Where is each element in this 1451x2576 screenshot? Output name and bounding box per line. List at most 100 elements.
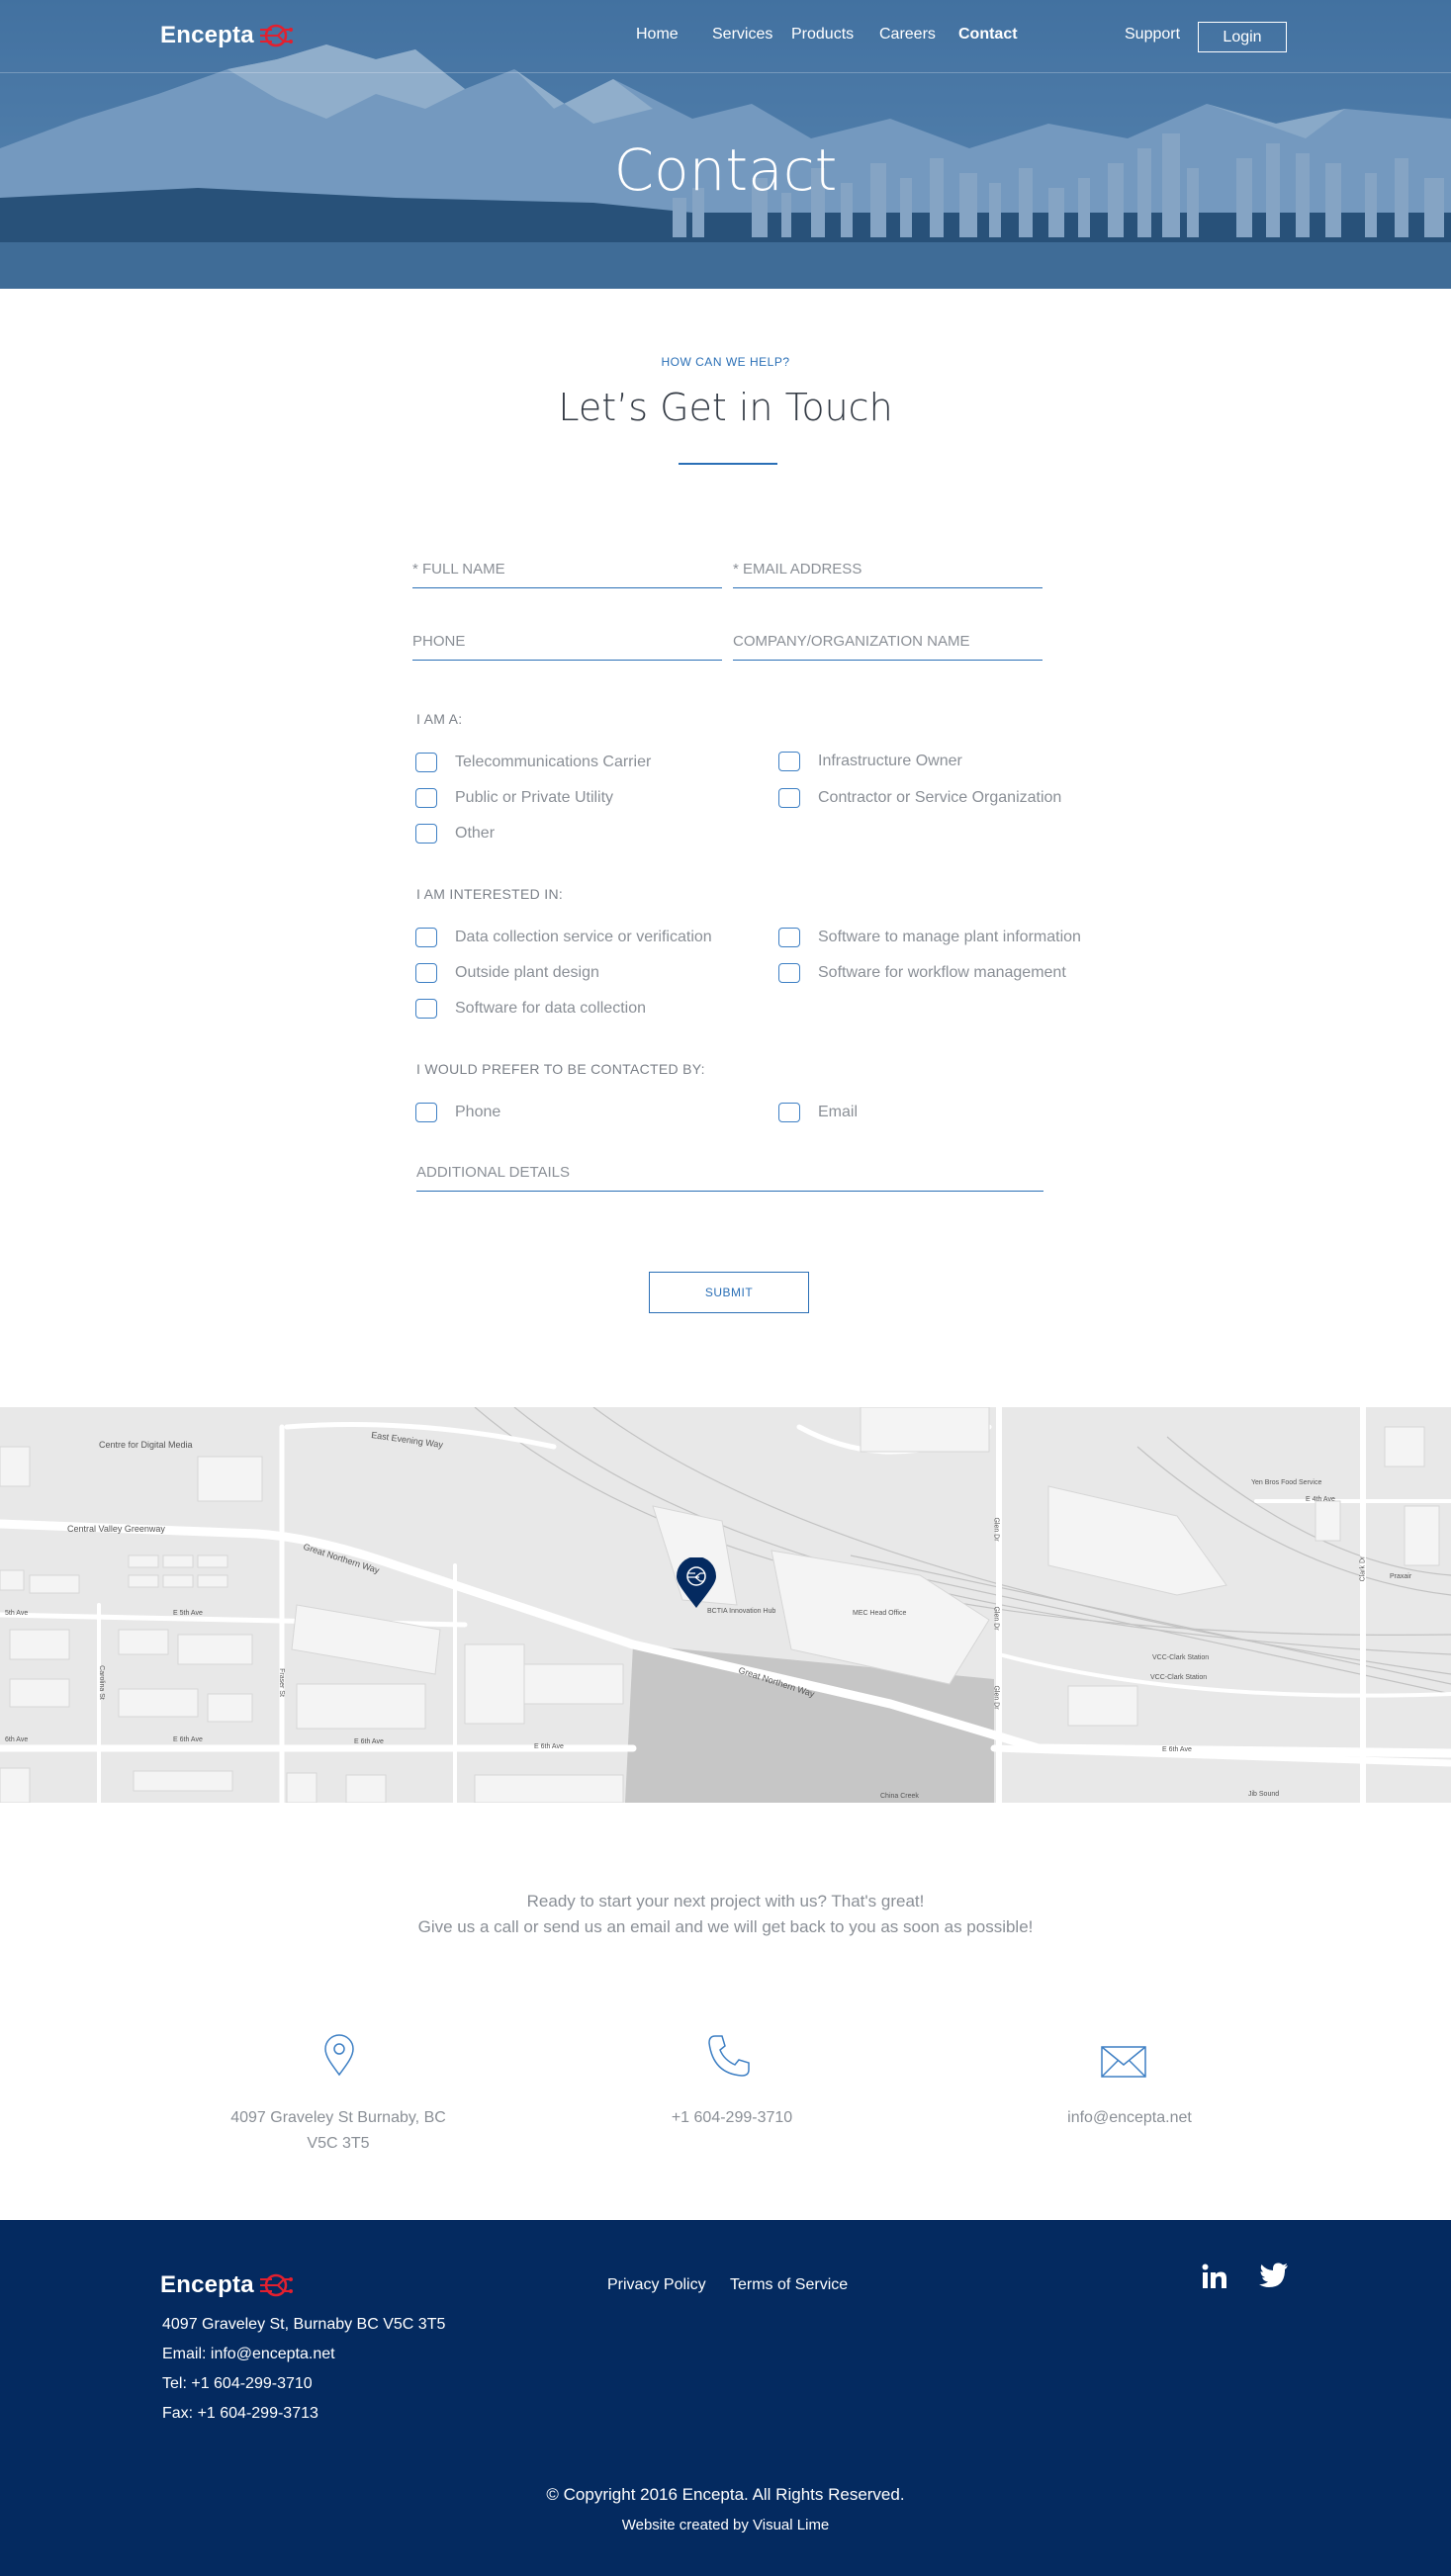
checkbox-box[interactable] — [415, 999, 437, 1019]
map-label-jib-sound: Jib Sound — [1248, 1791, 1280, 1798]
map-label-bctia: BCTIA Innovation Hub — [707, 1608, 776, 1615]
map-label-e-6th-e: E 6th Ave — [1162, 1746, 1192, 1753]
address-line-1: 4097 Graveley St Burnaby, BC — [230, 2109, 446, 2126]
footer-fax: Fax: +1 604-299-3713 — [162, 2405, 318, 2422]
nav-contact[interactable]: Contact — [958, 26, 1018, 44]
logo-circuit-icon — [259, 24, 293, 47]
checkbox-label: Infrastructure Owner — [818, 753, 962, 769]
footer-logo[interactable]: Encepta — [160, 2269, 294, 2301]
footer-email[interactable]: Email: info@encepta.net — [162, 2346, 335, 2363]
map-label-e-4th: E 4th Ave — [1306, 1496, 1335, 1503]
checkbox-box[interactable] — [415, 788, 437, 808]
address-line-2: V5C 3T5 — [307, 2135, 370, 2152]
address-info: 4097 Graveley St Burnaby, BC V5C 3T5 — [140, 2105, 536, 2157]
nav-careers[interactable]: Careers — [879, 26, 958, 44]
logo-text: Encepta — [160, 22, 254, 48]
cta-line-1: Ready to start your next project with us… — [526, 1892, 925, 1910]
checkbox-label: Phone — [455, 1104, 501, 1120]
checkbox-box[interactable] — [778, 752, 800, 771]
checkbox-label: Other — [455, 825, 496, 842]
checkbox-box[interactable] — [415, 753, 437, 772]
checkbox-box[interactable] — [778, 928, 800, 947]
map-label-6th: 6th Ave — [5, 1736, 29, 1743]
hero-title: Contact — [613, 136, 838, 204]
checkbox-label: Software for workflow management — [818, 964, 1066, 981]
checkbox-box[interactable] — [778, 788, 800, 808]
email-info[interactable]: info@encepta.net — [932, 2105, 1327, 2131]
twitter-icon[interactable] — [1259, 2263, 1289, 2288]
checkbox-label: Email — [818, 1104, 859, 1120]
logo-circuit-icon — [259, 2273, 293, 2297]
envelope-icon — [1101, 2046, 1146, 2078]
nav-services[interactable]: Services — [712, 26, 791, 44]
logo[interactable]: Encepta — [160, 20, 294, 51]
checkbox-utility[interactable]: Public or Private Utility — [415, 788, 613, 808]
map-label-clark-dr: Clark Dr — [1359, 1555, 1367, 1582]
map-label-fraser: Fraser St — [277, 1668, 285, 1697]
nav-home[interactable]: Home — [636, 26, 712, 44]
support-link[interactable]: Support — [1125, 26, 1180, 44]
credit-link[interactable]: Visual Lime — [753, 2517, 829, 2533]
nav-products[interactable]: Products — [791, 26, 879, 44]
cta-line-2: Give us a call or send us an email and w… — [417, 1917, 1034, 1936]
checkbox-box[interactable] — [415, 928, 437, 947]
interested-label: I AM INTERESTED IN: — [416, 886, 564, 902]
map-canvas — [0, 1407, 1451, 1803]
map-label-yen-bros: Yen Bros Food Service — [1251, 1479, 1322, 1486]
phone-info[interactable]: +1 604-299-3710 — [534, 2105, 930, 2131]
section-eyebrow: HOW CAN WE HELP? — [661, 355, 790, 369]
submit-button[interactable]: SUBMIT — [649, 1272, 809, 1313]
checkbox-label: Contractor or Service Organization — [818, 789, 1062, 806]
credit: Website created by Visual Lime — [0, 2517, 1451, 2533]
checkbox-box[interactable] — [415, 963, 437, 983]
checkbox-box[interactable] — [415, 824, 437, 844]
checkbox-plant-design[interactable]: Outside plant design — [415, 963, 599, 983]
checkbox-contact-email[interactable]: Email — [778, 1103, 858, 1122]
credit-prefix: Website created by — [621, 2517, 749, 2533]
email-field[interactable]: * EMAIL ADDRESS — [733, 559, 1043, 588]
login-button[interactable]: Login — [1198, 22, 1287, 52]
company-field[interactable]: COMPANY/ORGANIZATION NAME — [733, 631, 1043, 661]
top-navigation: Encepta Home Services Products Careers C… — [0, 0, 1451, 73]
location-pin-icon — [324, 2034, 354, 2077]
site-footer: Encepta 4097 Graveley St, Burnaby BC V5C… — [0, 2220, 1451, 2576]
checkbox-workflow-software[interactable]: Software for workflow management — [778, 963, 1066, 983]
checkbox-label: Public or Private Utility — [455, 789, 614, 806]
main-menu: Home Services Products Careers Contact — [636, 26, 1018, 44]
map-pin-icon[interactable] — [676, 1557, 717, 1609]
checkbox-box[interactable] — [415, 1103, 437, 1122]
map-label-central-valley: Central Valley Greenway — [67, 1524, 165, 1534]
checkbox-telecom[interactable]: Telecommunications Carrier — [415, 753, 651, 772]
map-label-e-5th: E 5th Ave — [173, 1610, 203, 1617]
checkbox-contact-phone[interactable]: Phone — [415, 1103, 500, 1122]
map-label-vcc-2: VCC-Clark Station — [1150, 1674, 1208, 1681]
checkbox-plant-software[interactable]: Software to manage plant information — [778, 928, 1081, 947]
map-label-glen-dr-3: Glen Dr — [992, 1685, 1000, 1710]
checkbox-box[interactable] — [778, 963, 800, 983]
privacy-policy-link[interactable]: Privacy Policy — [607, 2276, 706, 2294]
terms-of-service-link[interactable]: Terms of Service — [730, 2276, 848, 2294]
checkbox-box[interactable] — [778, 1103, 800, 1122]
map-label-praxair: Praxair — [1390, 1573, 1412, 1580]
map-label-china-creek: China Creek — [880, 1793, 919, 1800]
additional-details-field[interactable]: ADDITIONAL DETAILS — [416, 1162, 1043, 1192]
location-map[interactable]: Centre for Digital Media East Evening Wa… — [0, 1407, 1451, 1803]
checkbox-data-collection-service[interactable]: Data collection service or verification — [415, 928, 712, 947]
map-label-5th: 5th Ave — [5, 1610, 29, 1617]
map-label-glen-dr-2: Glen Dr — [992, 1606, 1000, 1631]
section-title: Let’s Get in Touch — [558, 386, 893, 429]
full-name-field[interactable]: * FULL NAME — [412, 559, 722, 588]
map-label-e-6th-b: E 6th Ave — [173, 1736, 203, 1743]
copyright: © Copyright 2016 Encepta. All Rights Res… — [546, 2485, 905, 2504]
checkbox-data-collection-software[interactable]: Software for data collection — [415, 999, 646, 1019]
map-label-glen-dr-1: Glen Dr — [992, 1517, 1000, 1542]
phone-icon — [708, 2035, 750, 2077]
phone-field[interactable]: PHONE — [412, 631, 722, 661]
linkedin-icon[interactable] — [1202, 2264, 1227, 2289]
checkbox-label: Outside plant design — [455, 964, 599, 981]
checkbox-label: Software to manage plant information — [818, 929, 1081, 945]
footer-tel[interactable]: Tel: +1 604-299-3710 — [162, 2375, 313, 2393]
checkbox-other[interactable]: Other — [415, 824, 495, 844]
checkbox-contractor[interactable]: Contractor or Service Organization — [778, 788, 1061, 808]
checkbox-infrastructure[interactable]: Infrastructure Owner — [778, 752, 962, 771]
